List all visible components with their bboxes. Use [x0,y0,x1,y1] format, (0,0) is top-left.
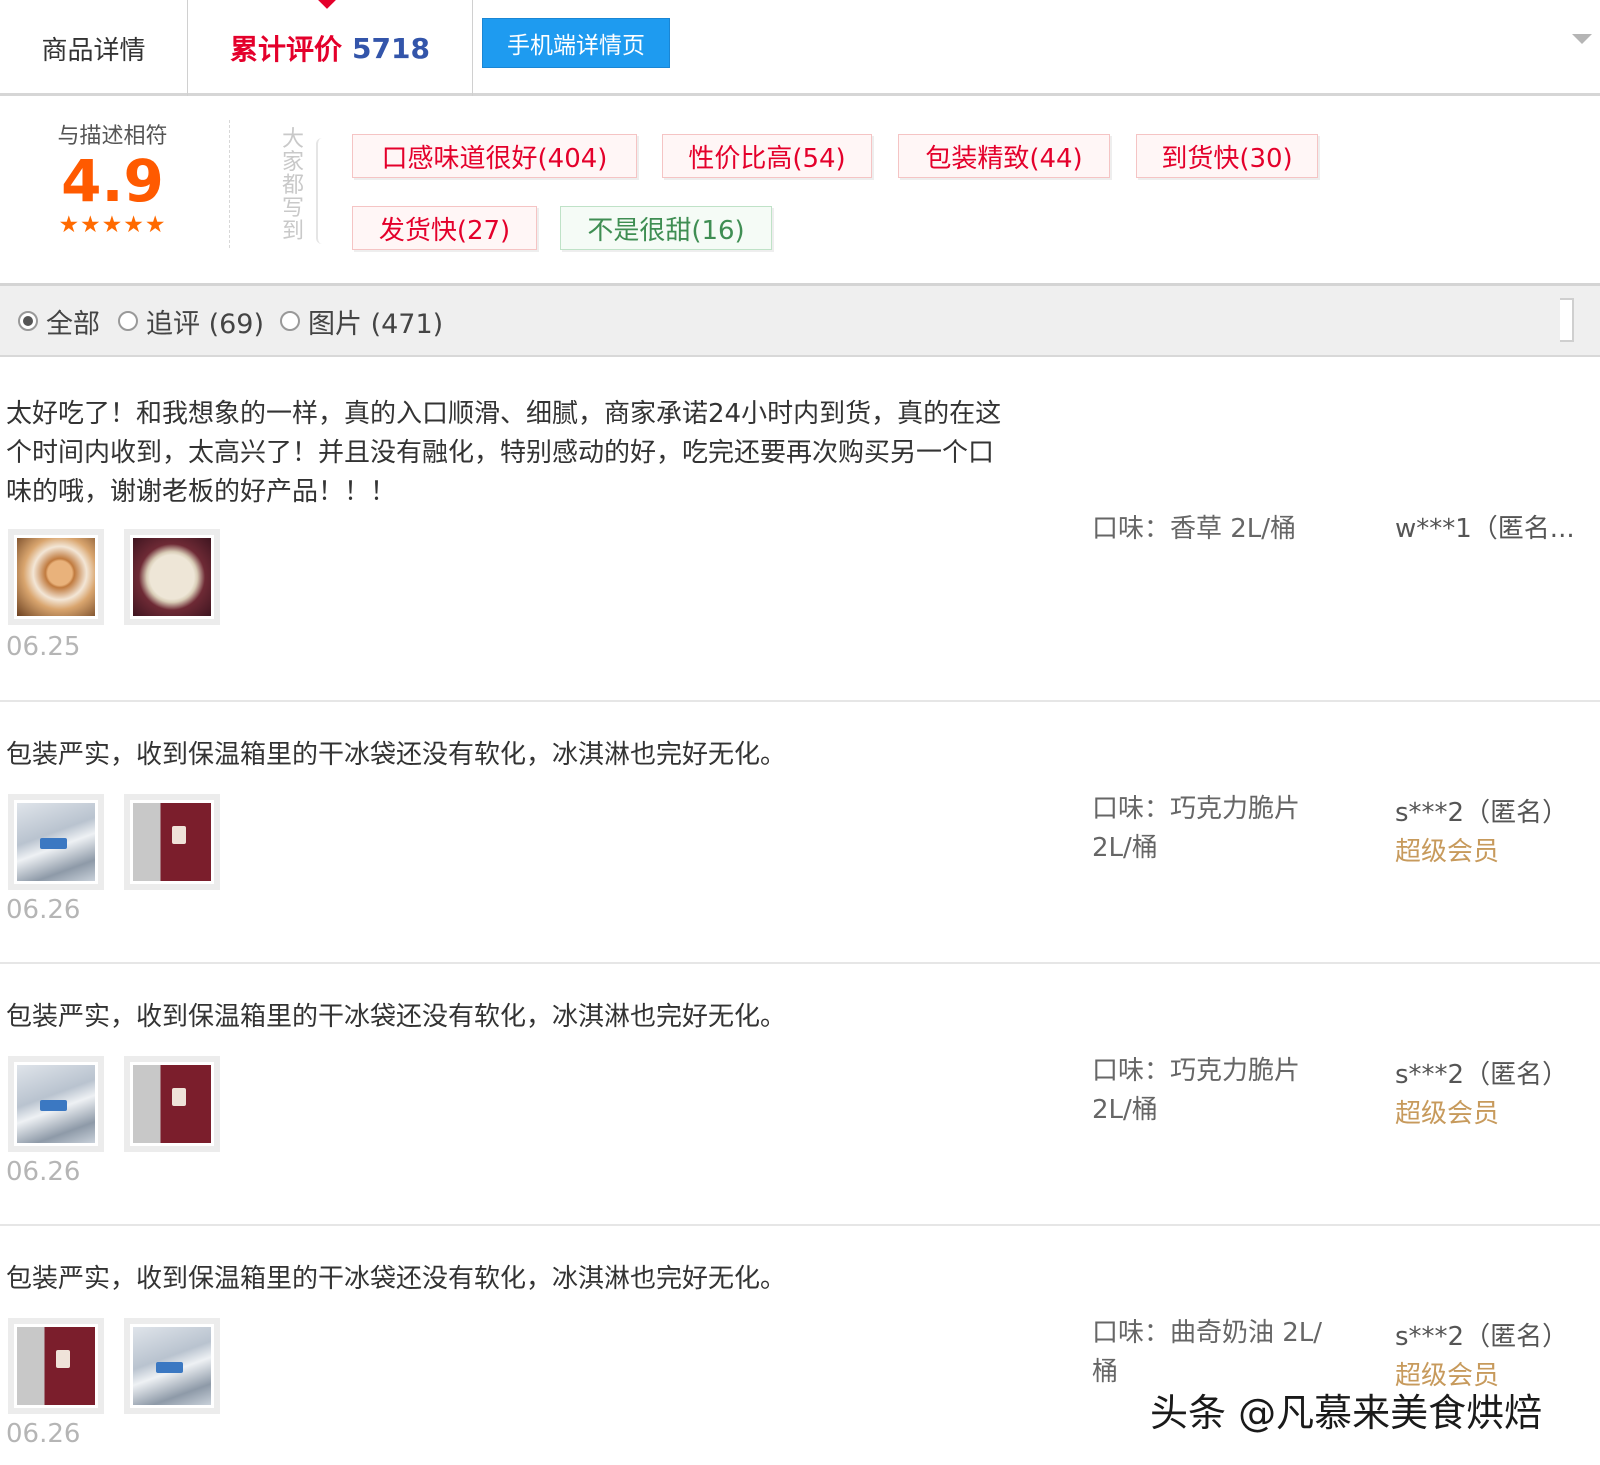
mobile-detail-button[interactable]: 手机端详情页 [482,18,670,68]
review-flavor: 口味：香草 2L/桶 [1092,514,1297,544]
rating-summary: 与描述相符 4.9 ★★★★★ [0,118,225,238]
radio-checked-icon[interactable] [18,311,38,331]
review-thumbnail[interactable] [8,1318,104,1414]
review-tag-label: 不是很甜(16) [587,215,745,246]
chevron-down-icon[interactable] [1572,34,1592,44]
review-tag[interactable]: 到货快(30) [1136,134,1318,178]
tags-caption-char: 写 [281,196,304,221]
review-images [8,1318,220,1414]
rating-label: 与描述相符 [57,124,168,149]
review-tag-label: 性价比高(54) [688,143,846,174]
brace-decoration [316,138,328,244]
tags-caption-char: 家 [281,150,304,175]
dessert-photo [17,538,95,616]
package-photo [17,1327,95,1405]
review-user: s***2（匿名） 超级会员 [1395,794,1600,872]
review-flavor: 口味：巧克力脆片 2L/桶 [1092,794,1301,863]
active-tab-marker [317,0,337,9]
package-photo [133,1327,211,1405]
review-tag[interactable]: 口感味道很好(404) [352,134,637,178]
filter-all[interactable]: 全部 [18,301,100,341]
tab-reviews[interactable]: 累计评价 5718 [188,0,473,96]
review-tag-label: 口感味道很好(404) [381,143,608,174]
review-tag-negative[interactable]: 不是很甜(16) [560,206,772,250]
review-flavor: 口味：曲奇奶油 2L/桶 [1092,1318,1323,1387]
review-user: s***2（匿名） 超级会员 [1395,1056,1600,1134]
review-username: s***2（匿名） [1395,1060,1569,1090]
review-thumbnail[interactable] [8,1056,104,1152]
review-text: 包装严实，收到保温箱里的干冰袋还没有软化，冰淇淋也完好无化。 [6,1264,787,1294]
review-thumbnail[interactable] [8,794,104,890]
review-tag-label: 包装精致(44) [925,143,1083,174]
review-item: 包装严实，收到保温箱里的干冰袋还没有软化，冰淇淋也完好无化。 06.26 口味：… [0,964,1600,1226]
package-photo [133,1065,211,1143]
review-text: 太好吃了！和我想象的一样，真的入口顺滑、细腻，商家承诺24小时内到货，真的在这个… [6,399,1002,507]
dessert-photo [133,538,211,616]
review-item: 包装严实，收到保温箱里的干冰袋还没有软化，冰淇淋也完好无化。 06.26 口味：… [0,702,1600,964]
tags-caption: 大 家 都 写 到 [280,128,306,243]
tags-caption-char: 到 [281,219,304,244]
tab-reviews-label: 累计评价 [230,33,343,66]
review-user: w***1（匿名... [1395,510,1600,549]
filter-followup[interactable]: 追评 (69) [118,301,264,341]
package-photo [133,803,211,881]
tab-product-detail-label: 商品详情 [41,35,146,66]
review-tag[interactable]: 发货快(27) [352,206,537,250]
review-item: 太好吃了！和我想象的一样，真的入口顺滑、细腻，商家承诺24小时内到货，真的在这个… [0,357,1600,702]
tab-bar: 商品详情 累计评价 5718 手机端详情页 [0,0,1600,96]
review-tag[interactable]: 性价比高(54) [662,134,872,178]
tab-product-detail[interactable]: 商品详情 [0,0,188,96]
review-text: 包装严实，收到保温箱里的干冰袋还没有软化，冰淇淋也完好无化。 [6,1002,787,1032]
tab-reviews-count: 5718 [352,31,430,65]
divider [229,120,230,248]
review-thumbnail[interactable] [8,529,104,625]
rating-score: 4.9 [61,147,164,215]
package-photo [17,803,95,881]
filter-images-label: 图片 (471) [308,308,444,340]
review-images [8,1056,220,1152]
filter-followup-label: 追评 (69) [146,308,265,340]
review-thumbnail[interactable] [124,529,220,625]
sort-dropdown[interactable] [1560,298,1574,342]
review-username: s***2（匿名） [1395,798,1569,828]
review-username: w***1（匿名... [1395,514,1575,544]
review-thumbnail[interactable] [124,1318,220,1414]
radio-icon[interactable] [280,311,300,331]
review-images [8,529,220,625]
member-badge: 超级会员 [1395,837,1500,867]
review-text: 包装严实，收到保温箱里的干冰袋还没有软化，冰淇淋也完好无化。 [6,740,787,770]
watermark: 头条 @凡慕来美食烘焙 [1150,1391,1543,1435]
radio-icon[interactable] [118,311,138,331]
review-flavor: 口味：巧克力脆片 2L/桶 [1092,1056,1301,1125]
review-date: 06.25 [6,632,81,662]
review-tag[interactable]: 包装精致(44) [898,134,1110,178]
package-photo [17,1065,95,1143]
filter-images[interactable]: 图片 (471) [280,301,443,341]
review-thumbnail[interactable] [124,794,220,890]
filter-all-label: 全部 [46,308,100,340]
review-date: 06.26 [6,895,81,925]
review-filter-bar: 全部 追评 (69) 图片 (471) [0,283,1600,357]
review-tag-label: 到货快(30) [1161,143,1293,174]
review-tag-label: 发货快(27) [378,215,511,246]
review-date: 06.26 [6,1157,81,1187]
tags-caption-char: 都 [281,173,304,198]
review-username: s***2（匿名） [1395,1322,1569,1352]
review-date: 06.26 [6,1419,81,1449]
tags-caption-char: 大 [281,127,304,152]
review-thumbnail[interactable] [124,1056,220,1152]
review-images [8,794,220,890]
mobile-detail-label: 手机端详情页 [507,33,645,59]
member-badge: 超级会员 [1395,1099,1500,1129]
star-rating-icon: ★★★★★ [58,212,167,238]
